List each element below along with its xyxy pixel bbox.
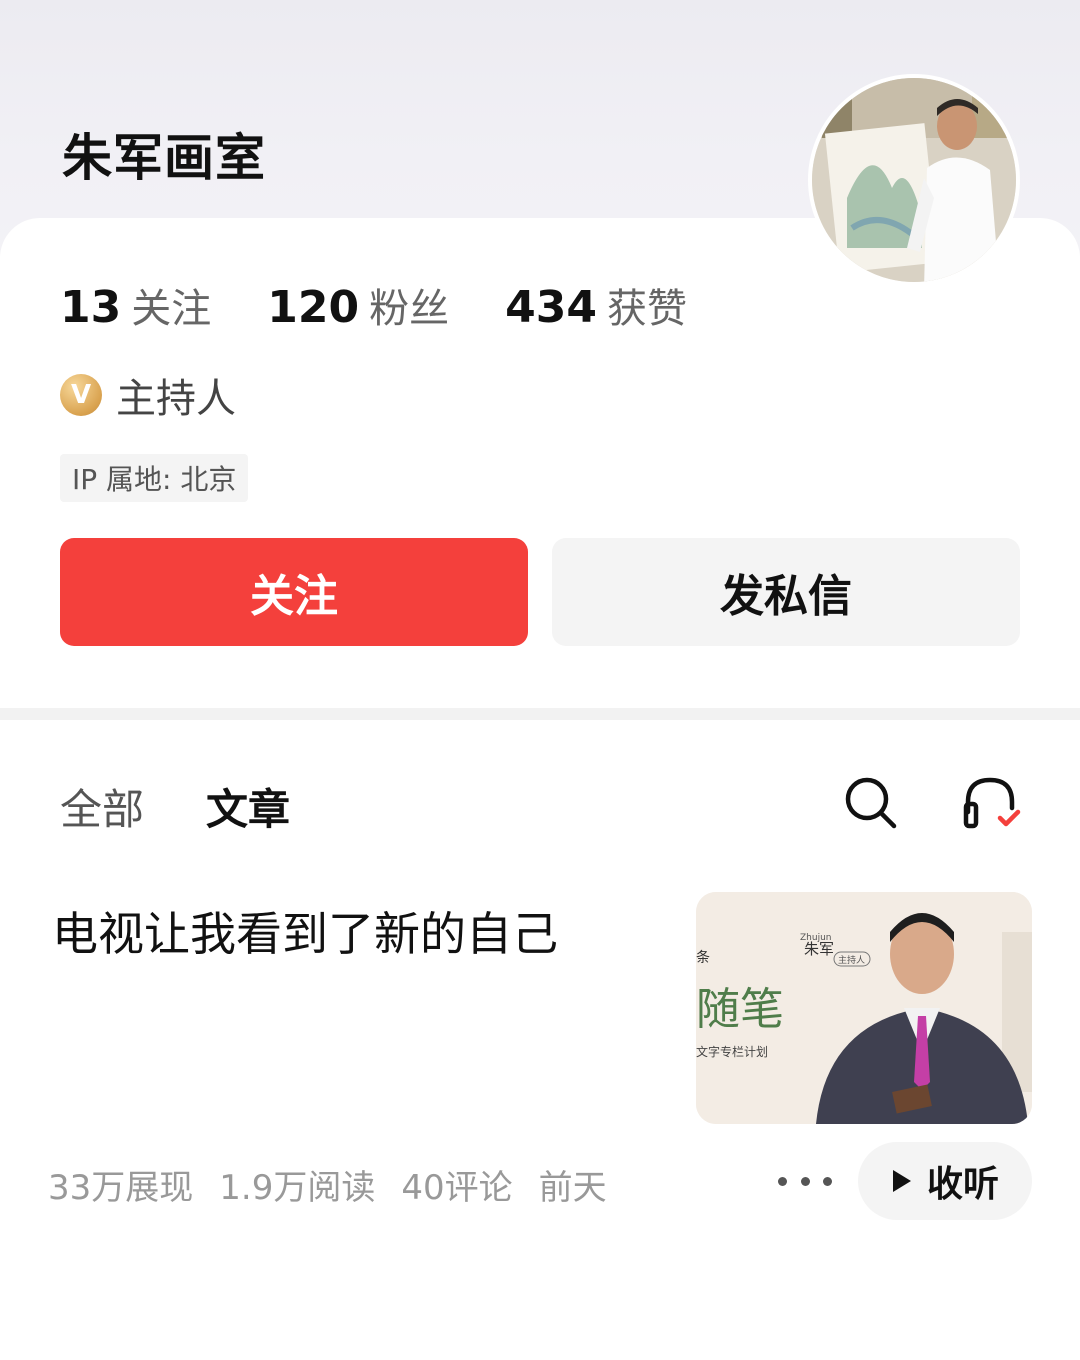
stat-likes-count: 434	[505, 282, 597, 333]
role-label: 主持人	[116, 376, 236, 422]
stat-followers[interactable]: 120 粉丝	[267, 276, 449, 334]
stat-following-label: 关注	[131, 286, 212, 332]
stat-followers-label: 粉丝	[369, 286, 450, 332]
play-icon	[892, 1170, 911, 1192]
headphones-check-icon	[963, 777, 1021, 829]
thumbnail-image: 条 Zhujun 朱军 主持人 随笔 文字专栏计划	[696, 892, 1032, 1124]
meta-time: 前天	[538, 1168, 607, 1208]
stats-row: 13 关注 120 粉丝 434 获赞	[60, 276, 743, 334]
thumb-calligraphy: 随笔	[696, 984, 784, 1035]
section-divider	[0, 708, 1080, 720]
verification-row: V 主持人	[60, 366, 236, 424]
account-name: 朱军画室	[62, 129, 266, 187]
listen-mode-button[interactable]	[960, 772, 1021, 832]
article-meta: 33万展现 1.9万阅读 40评论 前天	[48, 1160, 633, 1209]
avatar-image	[812, 78, 1016, 282]
follow-button[interactable]: 关注	[60, 538, 528, 646]
listen-button[interactable]: 收听	[858, 1142, 1032, 1220]
dot	[823, 1176, 832, 1186]
verified-badge-icon: V	[60, 374, 102, 416]
stat-likes[interactable]: 434 获赞	[505, 276, 687, 334]
thumb-role-tag: 主持人	[838, 954, 865, 966]
article-thumbnail[interactable]: 条 Zhujun 朱军 主持人 随笔 文字专栏计划	[696, 892, 1032, 1124]
thumb-brand: 朱军	[804, 940, 834, 958]
meta-impressions: 33万展现	[48, 1168, 194, 1208]
more-dots-icon[interactable]	[778, 1166, 832, 1196]
stat-likes-label: 获赞	[606, 286, 687, 332]
meta-reads: 1.9万阅读	[219, 1168, 376, 1208]
dot	[800, 1176, 810, 1186]
stat-following-count: 13	[60, 282, 122, 333]
tab-all[interactable]: 全部	[60, 776, 144, 837]
search-button[interactable]	[840, 772, 900, 832]
thumb-corner-text: 条	[696, 949, 710, 966]
stat-followers-count: 120	[267, 282, 360, 333]
article-title[interactable]: 电视让我看到了新的自己	[52, 898, 652, 964]
thumb-subtitle: 文字专栏计划	[696, 1044, 768, 1059]
listen-button-label: 收听	[926, 1164, 999, 1205]
search-icon	[845, 777, 897, 829]
stat-following[interactable]: 13 关注	[60, 276, 211, 334]
meta-comments: 40评论	[401, 1168, 513, 1208]
avatar[interactable]	[808, 74, 1020, 286]
tab-article[interactable]: 文章	[206, 776, 290, 837]
dot	[778, 1176, 787, 1186]
message-button[interactable]: 发私信	[552, 538, 1020, 646]
ip-location-tag: IP 属地: 北京	[60, 454, 249, 502]
